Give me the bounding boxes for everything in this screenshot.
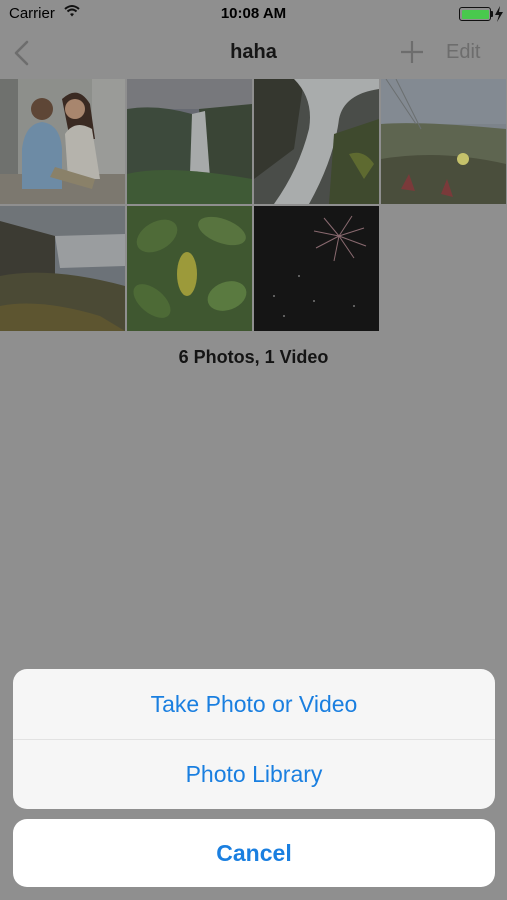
charging-bolt-icon xyxy=(494,6,504,22)
plus-icon[interactable] xyxy=(400,40,424,64)
clock: 10:08 AM xyxy=(220,5,287,22)
photo-thumbnail-fireworks[interactable] xyxy=(254,206,379,331)
action-sheet: Take Photo or Video Photo Library xyxy=(13,669,495,809)
status-bar: Carrier 10:08 AM xyxy=(0,0,507,28)
battery-tip xyxy=(491,11,493,17)
photo-thumbnail-waterfall[interactable] xyxy=(127,79,252,204)
photo-thumbnail-waterfall-rocks[interactable] xyxy=(254,79,379,204)
photo-library-button[interactable]: Photo Library xyxy=(13,739,495,809)
take-photo-or-video-button[interactable]: Take Photo or Video xyxy=(13,669,495,739)
photo-thumbnail-couple[interactable] xyxy=(0,79,125,204)
photo-thumbnail-coastal-flowers[interactable] xyxy=(381,79,506,204)
navigation-bar: haha Edit xyxy=(0,28,507,78)
photo-grid xyxy=(0,79,507,332)
page-title: haha xyxy=(230,41,277,63)
cancel-button[interactable]: Cancel xyxy=(13,819,495,887)
photo-count-summary: 6 Photos, 1 Video xyxy=(178,347,329,367)
photo-thumbnail-green-leaves[interactable] xyxy=(127,206,252,331)
edit-button[interactable]: Edit xyxy=(446,41,480,64)
battery-icon xyxy=(459,7,491,21)
photo-thumbnail-waterfall-cliffs[interactable] xyxy=(0,206,125,331)
